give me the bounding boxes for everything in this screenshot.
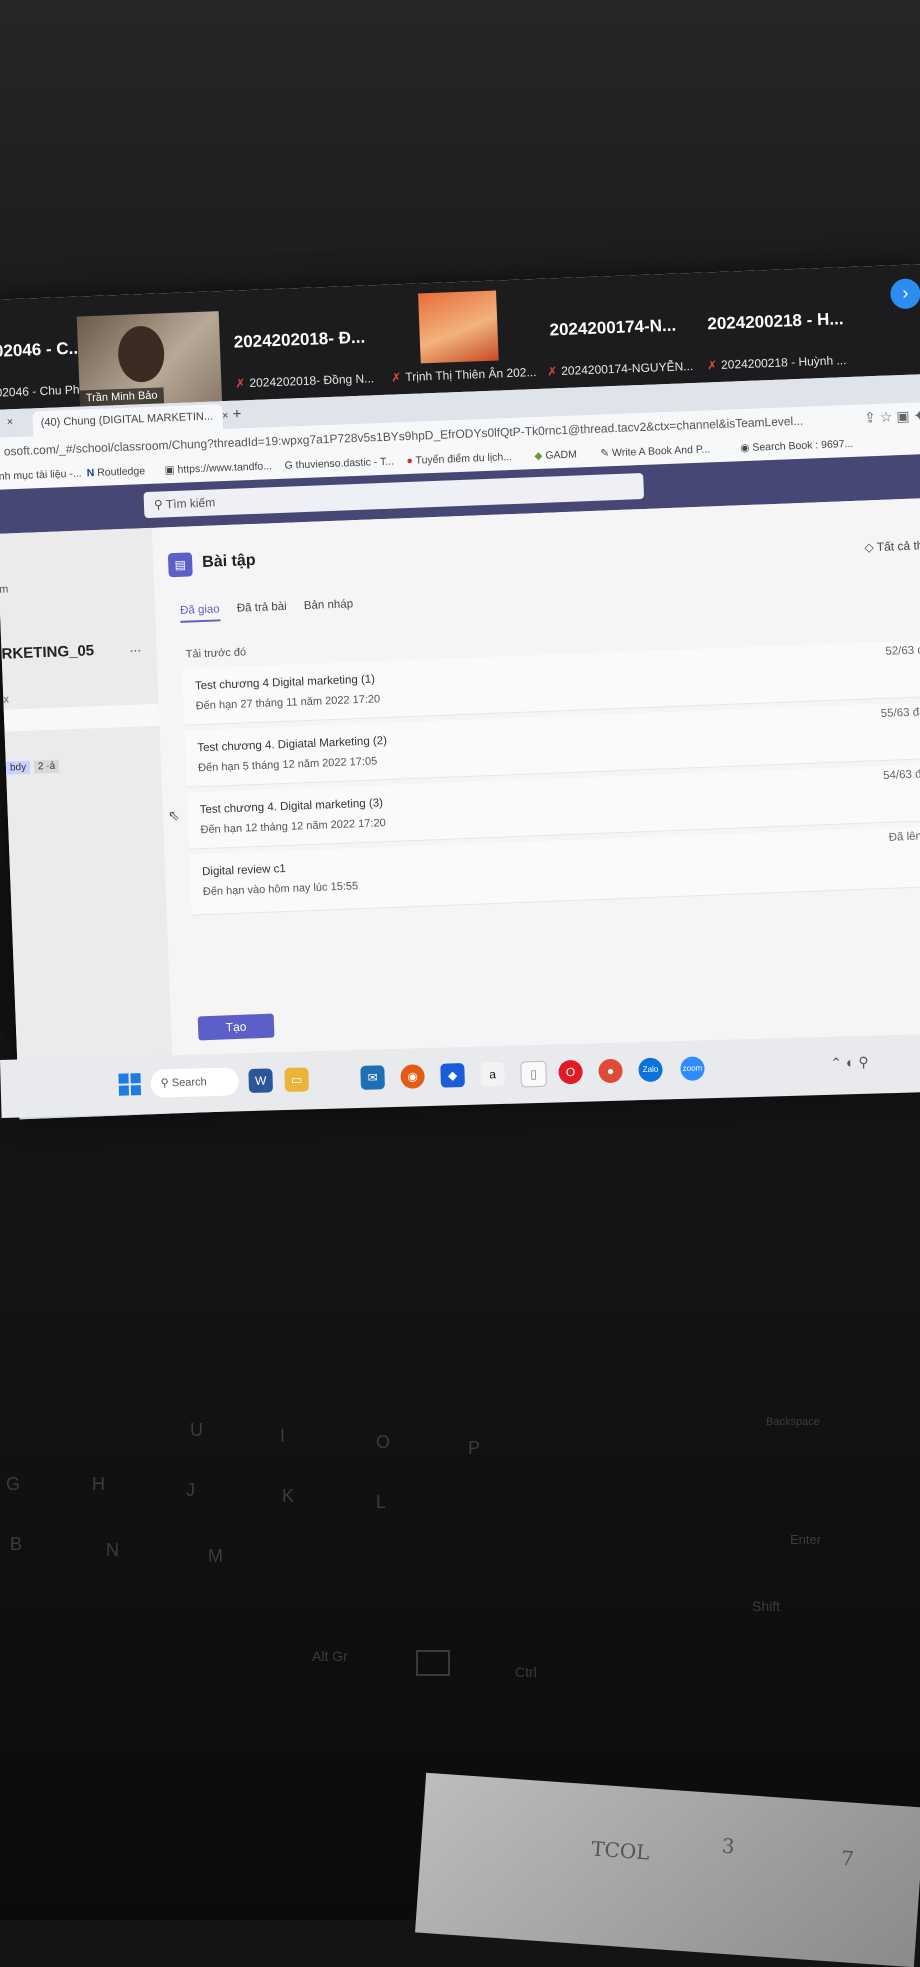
mic-off-icon: ✗	[235, 376, 246, 391]
cursor-icon: ⇖	[167, 807, 180, 824]
assignment-name: Digital review c1	[201, 862, 287, 879]
new-tab-icon[interactable]: +	[232, 405, 241, 422]
bookmark-item[interactable]: ▣ https://www.tandfo...	[164, 460, 272, 476]
filter-button[interactable]: ◇ Tất cả thể	[864, 538, 920, 555]
key: Alt Gr	[312, 1648, 348, 1664]
word-icon[interactable]: W	[248, 1068, 274, 1094]
assignments-icon: ▤	[167, 552, 193, 578]
paper-text: TCOL	[590, 1836, 651, 1865]
rail-chip[interactable]: bdy	[5, 760, 31, 775]
more-options-icon[interactable]: ...	[129, 638, 141, 654]
assignment-name: Test chương 4 Digital marketing (1)	[194, 673, 376, 693]
tag-icon: ◇	[864, 540, 874, 555]
zoom-icon[interactable]: zoom	[680, 1056, 705, 1081]
channel-item-selected[interactable]	[3, 703, 160, 732]
participant-subname: ✗ 2024200174-NGUYỄN...	[546, 358, 694, 379]
key: Backspace	[766, 1416, 820, 1428]
bookmark-item[interactable]: nh mục tài liệu -...	[0, 468, 82, 483]
assignment-due: Đến hạn vào hôm nay lúc 15:55	[202, 880, 359, 899]
assignment-due: Đến hạn 27 tháng 11 năm 2022 17:20	[195, 693, 381, 713]
assignment-tabs: Đã giao Đã trả bài Bản nháp	[179, 598, 368, 623]
bookmark-item[interactable]: N Routledge	[86, 465, 145, 479]
rail-close[interactable]: x	[3, 693, 9, 705]
participant-subname: 02046 - Chu Ph...	[0, 382, 90, 400]
key: N	[106, 1540, 119, 1560]
document-icon[interactable]: ▯	[520, 1060, 547, 1088]
assignment-status: 55/63 đã r	[880, 706, 920, 721]
assignment-status: 52/63 đã	[885, 644, 920, 658]
rail-chip[interactable]: 2 ·ả	[33, 759, 60, 774]
key: Shift	[752, 1598, 781, 1614]
bookmark-item[interactable]: ● Tuyển điểm du lịch...	[406, 451, 512, 467]
search-icon: ⚲	[153, 497, 164, 512]
mic-off-icon: ✗	[546, 364, 558, 379]
bookmark-item[interactable]: ◉ Search Book : 9697...	[740, 438, 853, 454]
file-explorer-icon[interactable]: ▭	[284, 1067, 309, 1093]
participant-video[interactable]: Trần Minh Bảo	[76, 311, 223, 407]
participant-face	[117, 325, 166, 384]
participant-subname: ✗ Trịnh Thị Thiên Ân 202...	[391, 365, 537, 385]
key: L	[376, 1492, 387, 1512]
section-label: Tải trước đó	[185, 646, 247, 661]
participant-subname: ✗ 2024200218 - Huỳnh ...	[706, 353, 847, 373]
assignment-due: Đến hạn 12 tháng 12 năm 2022 17:20	[200, 817, 386, 837]
key: J	[186, 1480, 195, 1500]
next-page-icon[interactable]: ›	[889, 278, 920, 310]
amazon-icon[interactable]: a	[480, 1061, 505, 1087]
monitor-screen: 02046 - C... 02046 - Chu Ph... Trần Minh…	[0, 263, 920, 1120]
key: G	[6, 1474, 21, 1494]
search-icon: ⚲	[160, 1077, 169, 1090]
bookmark-item[interactable]: ◆ GADM	[534, 449, 577, 463]
browser-actions[interactable]: ⇪ ☆ ▣ ✦	[864, 407, 920, 426]
tab-drafts[interactable]: Bản nháp	[304, 598, 354, 616]
key: U	[190, 1420, 203, 1440]
paper-text: 3	[720, 1833, 736, 1859]
key: H	[92, 1474, 105, 1494]
team-name[interactable]: RKETING_05	[1, 642, 94, 663]
participant-name[interactable]: 02046 - C...	[0, 338, 83, 361]
assignment-status: 54/63 đã r	[882, 768, 920, 782]
key: M	[208, 1546, 223, 1566]
bookmark-item[interactable]: G thuvienso.dastic - T...	[284, 456, 394, 472]
participant-name[interactable]: 2024202018- Đ...	[233, 328, 365, 353]
bookmark-item[interactable]: ✎ Write A Book And P...	[600, 443, 710, 459]
paper-sheet: TCOL 3 7	[415, 1772, 920, 1967]
participant-avatar[interactable]	[418, 290, 499, 364]
assignments-panel: ▤ Bài tập ◇ Tất cả thể Đã giao Đã trả bà…	[156, 497, 920, 1088]
mail-icon[interactable]: ✉	[360, 1065, 385, 1090]
assignment-name: Test chương 4. Digiatal Marketing (2)	[197, 735, 388, 755]
zalo-icon[interactable]: Zalo	[638, 1057, 663, 1083]
participant-name[interactable]: 2024200174-N...	[549, 316, 676, 341]
tab-returned[interactable]: Đã trả bài	[237, 601, 287, 619]
key: I	[280, 1426, 286, 1446]
rail-label: m	[0, 583, 9, 596]
tab-assigned[interactable]: Đã giao	[179, 603, 221, 623]
dropbox-icon[interactable]: ◆	[440, 1063, 465, 1088]
channel-rail: m RKETING_05 ... x bdy 2 ·ả	[0, 527, 174, 1094]
mic-off-icon: ✗	[706, 358, 718, 373]
key: Ctrl	[515, 1664, 537, 1680]
create-button[interactable]: Tạo	[197, 1013, 275, 1041]
key: P	[468, 1438, 481, 1458]
taskbar-search[interactable]: ⚲ Search	[150, 1067, 240, 1098]
key: K	[282, 1486, 295, 1506]
firefox-icon[interactable]: ◉	[400, 1064, 425, 1089]
key: O	[376, 1432, 391, 1452]
paper-text: 7	[840, 1845, 855, 1871]
windows-start-icon[interactable]	[118, 1073, 142, 1096]
page-title: Bài tập	[201, 551, 256, 571]
participant-subname: ✗ 2024202018- Đồng N...	[235, 371, 375, 391]
menu-key-icon	[416, 1650, 450, 1676]
assignment-name: Test chương 4. Digital marketing (3)	[199, 797, 384, 817]
close-tab-icon[interactable]: ×	[6, 416, 13, 428]
key: B	[10, 1534, 23, 1554]
tray-icons[interactable]: ⌃ ◐ ⚲	[830, 1054, 869, 1072]
key: Enter	[790, 1532, 822, 1547]
assignment-status: Đã lên kế	[888, 830, 920, 844]
chrome-icon[interactable]: ●	[598, 1058, 623, 1084]
opera-icon[interactable]: O	[558, 1059, 583, 1085]
mic-off-icon: ✗	[391, 370, 402, 385]
participant-name[interactable]: 2024200218 - H...	[707, 309, 844, 334]
assignment-due: Đến hạn 5 tháng 12 năm 2022 17:05	[197, 755, 378, 775]
